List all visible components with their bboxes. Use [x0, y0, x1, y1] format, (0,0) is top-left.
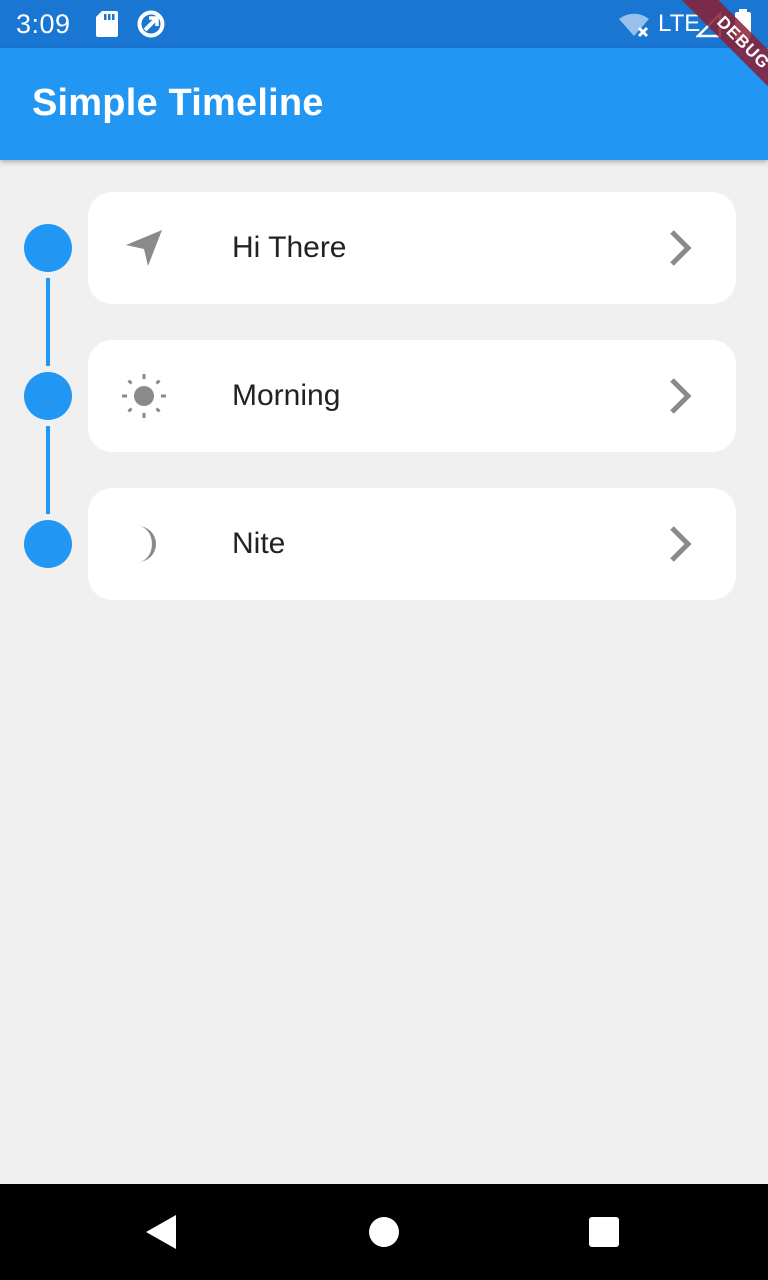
sync-icon [137, 10, 165, 38]
moon-icon [138, 526, 157, 562]
timeline-dot [24, 224, 72, 272]
timeline-card-nite[interactable]: Nite [88, 488, 736, 600]
home-icon[interactable] [368, 1216, 400, 1248]
status-time: 3:09 [16, 9, 71, 39]
sun-icon [122, 374, 166, 418]
timeline-card-morning[interactable]: Morning [88, 340, 736, 452]
app-bar: Simple Timeline [0, 48, 768, 160]
battery-icon [735, 9, 751, 39]
chevron-right-icon [670, 378, 692, 414]
system-nav-bar [0, 1184, 768, 1280]
timeline-connector [46, 278, 50, 366]
network-type: LTE [658, 10, 701, 37]
timeline-item-label: Nite [232, 527, 286, 560]
sd-card-icon [96, 11, 118, 37]
signal-icon [696, 12, 722, 38]
timeline-item-label: Morning [232, 379, 341, 412]
navigation-icon [126, 230, 162, 266]
chevron-right-icon [670, 526, 692, 562]
back-icon[interactable] [144, 1214, 178, 1250]
timeline-dot [24, 520, 72, 568]
timeline-dot [24, 372, 72, 420]
chevron-right-icon [670, 230, 692, 266]
page-title: Simple Timeline [32, 82, 324, 124]
timeline-connector [46, 426, 50, 514]
recents-icon[interactable] [589, 1217, 619, 1247]
status-bar: 3:09 LTE [0, 0, 768, 48]
timeline-item-label: Hi There [232, 231, 347, 264]
wifi-off-icon [619, 13, 649, 38]
timeline-card-hi-there[interactable]: Hi There [88, 192, 736, 304]
